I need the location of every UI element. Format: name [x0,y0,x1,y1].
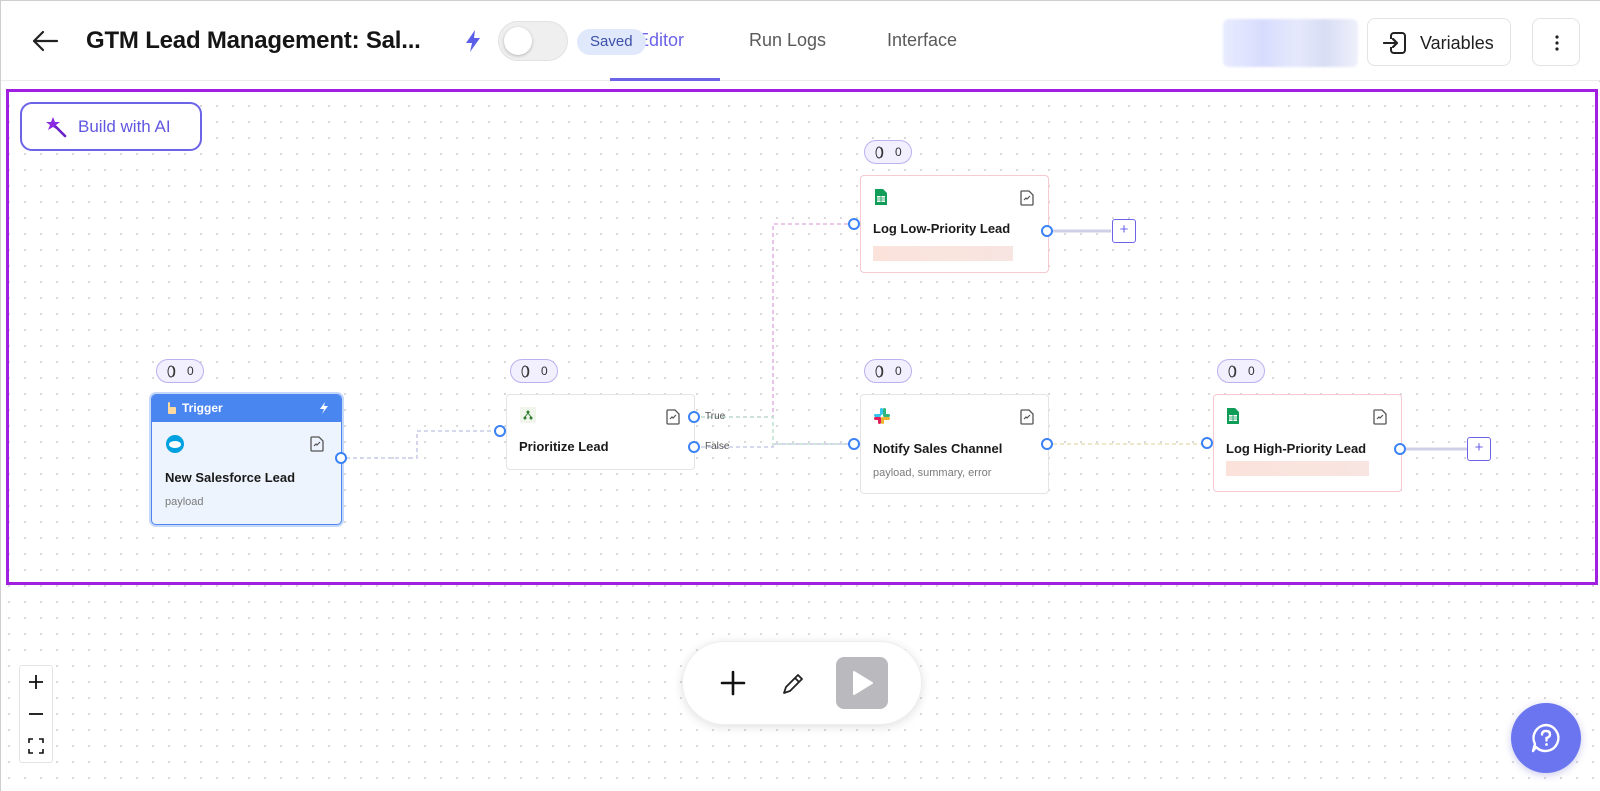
high-priority-run-count: 0 [1217,359,1265,383]
saved-status-badge: Saved [577,29,646,55]
coins-icon [875,365,884,378]
workflow-active-toggle[interactable] [498,21,568,61]
help-chat-icon [1531,723,1560,753]
node-outputs: payload, summary, error [873,467,992,479]
trigger-header-label: Trigger [182,401,223,415]
google-sheets-icon [875,189,887,205]
branch-icon [520,407,536,423]
node-title: Notify Sales Channel [873,441,1003,456]
hand-pointer-icon [168,402,176,414]
zoom-out-button[interactable] [20,698,52,730]
low-priority-run-count: 0 [864,140,912,164]
more-options-button[interactable] [1532,18,1580,66]
trigger-header: Trigger [152,395,341,422]
bolt-icon [320,402,328,414]
node-title: New Salesforce Lead [165,470,296,485]
prioritize-run-count: 0 [510,359,558,383]
node-prioritize-lead[interactable]: Prioritize Lead [506,394,695,470]
count-value: 0 [895,364,902,378]
node-new-salesforce-lead[interactable]: Trigger New Salesforce Lead payload [151,394,342,525]
fit-view-button[interactable] [20,730,52,762]
add-step-button[interactable]: + [1467,437,1491,461]
variables-label: Variables [1420,33,1494,53]
plus-icon[interactable] [719,669,747,697]
count-value: 0 [187,364,194,378]
node-title: Log Low-Priority Lead [873,221,1011,236]
count-value: 0 [1248,364,1255,378]
arrow-left-icon [32,30,59,52]
config-warning-bar [873,246,1013,261]
minus-icon [29,713,43,715]
toggle-knob [504,27,532,55]
prioritize-input-port[interactable] [494,425,506,437]
count-value: 0 [895,145,902,159]
variables-import-icon [1383,32,1406,54]
coins-icon [1228,365,1237,378]
canvas-toolbar [682,641,922,725]
zoom-controls [19,665,53,763]
prioritize-true-port[interactable] [688,411,700,423]
plus-icon [29,675,43,689]
node-outputs: payload [165,496,204,508]
slack-icon [874,408,890,424]
kebab-menu-icon [1555,35,1559,51]
build-with-ai-button[interactable]: Build with AI [20,102,202,151]
high-priority-output-port[interactable] [1394,443,1406,455]
notes-doc-icon[interactable] [308,435,326,453]
node-title: Log High-Priority Lead [1226,441,1367,456]
node-notify-sales-channel[interactable]: Notify Sales Channel payload, summary, e… [860,394,1049,494]
notify-run-count: 0 [864,359,912,383]
node-title: Prioritize Lead [519,439,609,454]
tab-active-underline [610,78,720,81]
high-priority-input-port[interactable] [1201,437,1213,449]
coins-icon [167,365,176,378]
workflow-title[interactable]: GTM Lead Management: Sal... [86,27,421,55]
prioritize-false-port[interactable] [688,441,700,453]
run-workflow-button[interactable] [836,657,888,709]
salesforce-cloud-icon [166,435,184,453]
play-icon [853,671,873,695]
branch-true-label: True [705,411,726,422]
count-value: 0 [541,364,548,378]
app-header: GTM Lead Management: Sal... Editor Saved… [1,1,1600,81]
bolt-icon [463,29,483,53]
tab-interface[interactable]: Interface [887,30,957,51]
user-avatar-blurred[interactable] [1223,19,1358,67]
config-warning-bar [1226,461,1369,476]
coins-icon [521,365,530,378]
build-with-ai-label: Build with AI [78,117,171,136]
notes-doc-icon[interactable] [1018,408,1036,426]
add-step-button[interactable]: + [1112,219,1136,243]
branch-false-label: False [705,441,730,452]
coins-icon [875,146,884,159]
fullscreen-icon [28,738,44,754]
google-sheets-icon [1227,408,1239,424]
zoom-in-button[interactable] [20,666,52,698]
notes-doc-icon[interactable] [1018,189,1036,207]
node-log-high-priority-lead[interactable]: Log High-Priority Lead [1213,394,1402,492]
notes-doc-icon[interactable] [1371,408,1389,426]
notes-doc-icon[interactable] [664,408,682,426]
help-chat-button[interactable] [1511,703,1581,773]
variables-button[interactable]: Variables [1367,18,1511,66]
magic-wand-sparkle-icon [46,117,67,138]
tab-run-logs[interactable]: Run Logs [749,30,826,51]
low-priority-input-port[interactable] [848,218,860,230]
notify-input-port[interactable] [848,438,860,450]
trigger-output-port[interactable] [335,452,347,464]
low-priority-output-port[interactable] [1041,225,1053,237]
back-button[interactable] [29,27,61,55]
node-log-low-priority-lead[interactable]: Log Low-Priority Lead [860,175,1049,273]
pen-icon[interactable] [779,670,807,698]
notify-output-port[interactable] [1041,438,1053,450]
trigger-run-count: 0 [156,359,204,383]
